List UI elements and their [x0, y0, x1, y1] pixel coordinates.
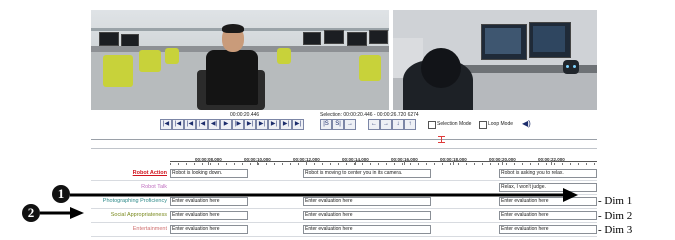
arrow-2-head [70, 207, 84, 219]
dim-2-label: - Dim 2 [598, 210, 633, 222]
annotation-badge-2: 2 [22, 204, 40, 222]
dim-3-label: - Dim 3 [598, 224, 633, 236]
dim-1-label: - Dim 1 [598, 195, 633, 207]
arrow-1-head [563, 188, 578, 202]
annotation-arrows [40, 188, 578, 219]
annotation-badge-1: 1 [52, 185, 70, 203]
